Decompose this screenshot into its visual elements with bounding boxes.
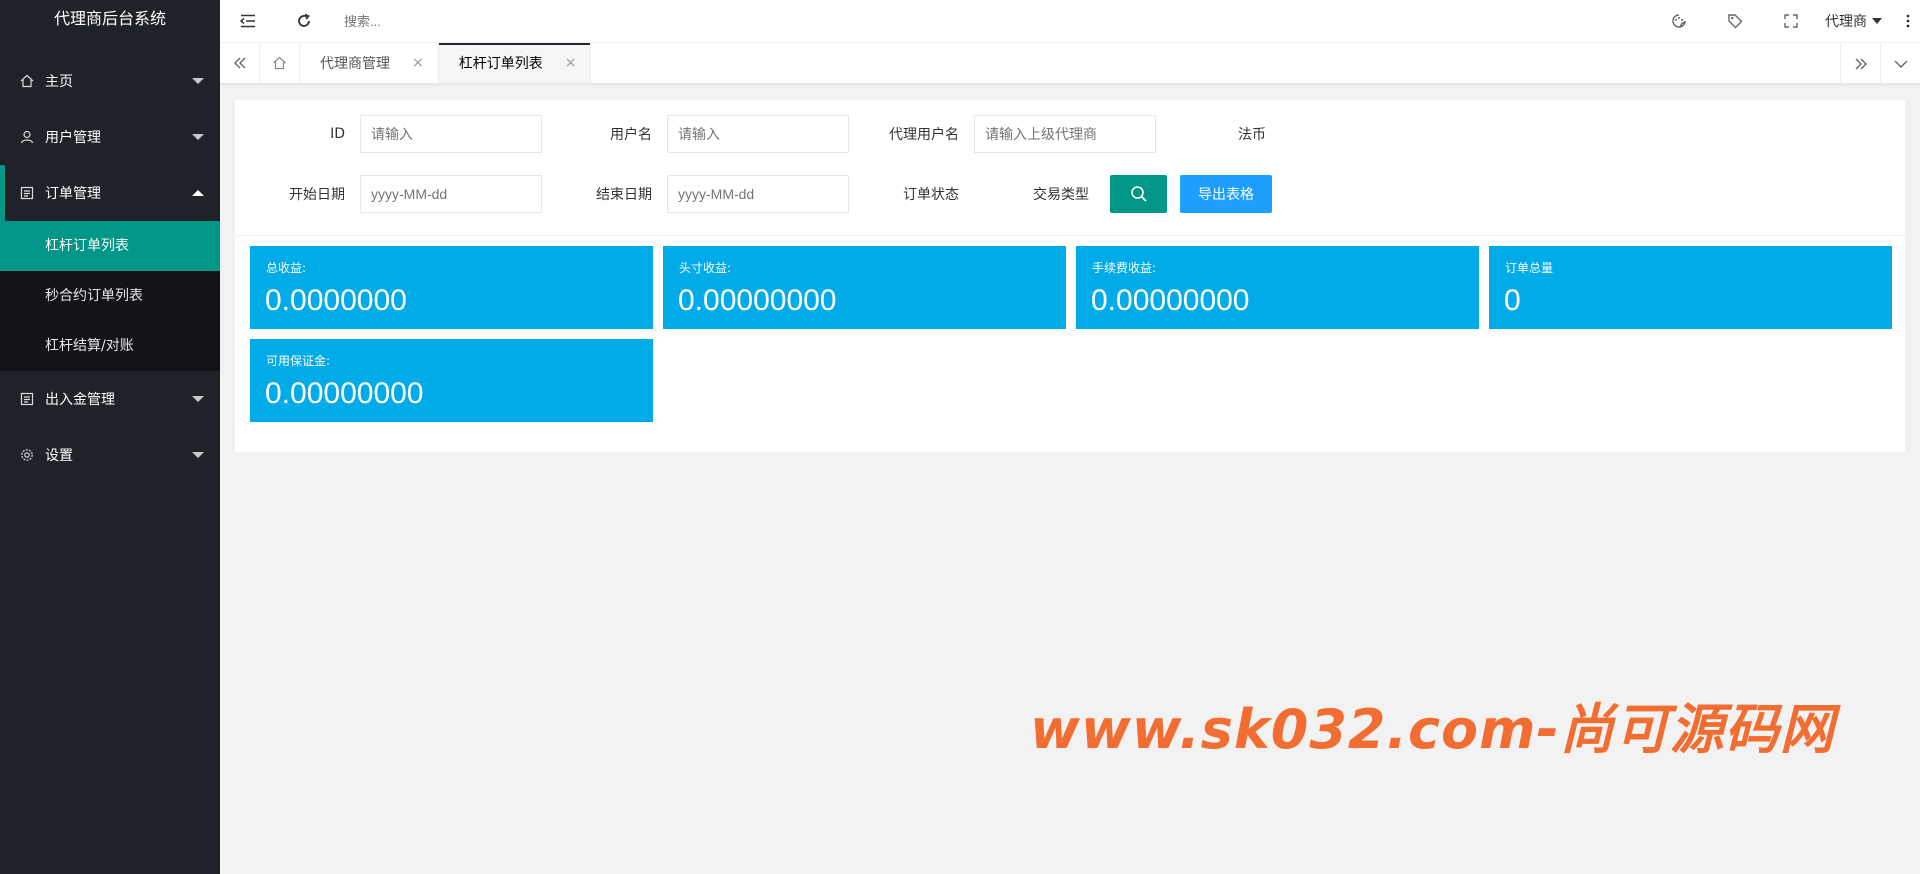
- nav-home[interactable]: 主页: [0, 53, 220, 109]
- user-icon: [20, 130, 34, 144]
- stat-value: 0.00000000: [1091, 284, 1250, 317]
- agent-username-label: 代理用户名: [889, 127, 959, 143]
- nav-users-label: 用户管理: [45, 130, 101, 146]
- username-input[interactable]: [667, 115, 849, 153]
- chevron-down-icon: [192, 134, 204, 140]
- tabs-scroll-right-icon[interactable]: [1840, 43, 1880, 84]
- list-icon: [20, 392, 34, 406]
- stat-label: 订单总量: [1505, 261, 1554, 275]
- tab-label: 代理商管理: [320, 56, 390, 72]
- tab-agent-management[interactable]: 代理商管理 ×: [300, 43, 439, 83]
- stat-label: 头寸收益:: [679, 261, 732, 275]
- watermark-text: www.sk032.com-尚可源码网: [1030, 698, 1835, 761]
- orders-submenu: 杠杆订单列表 秒合约订单列表 杠杆结算/对账: [0, 221, 220, 371]
- search-icon: [1130, 186, 1147, 202]
- search-input[interactable]: [344, 6, 564, 36]
- start-date-input[interactable]: [360, 175, 542, 213]
- chevron-down-icon: [192, 78, 204, 84]
- refresh-icon[interactable]: [276, 0, 332, 42]
- chevron-up-icon: [192, 190, 204, 196]
- username-label: 用户名: [610, 127, 652, 143]
- start-date-label: 开始日期: [289, 187, 345, 203]
- agent-username-input[interactable]: [974, 115, 1156, 153]
- brand-title: 代理商后台系统: [53, 9, 166, 28]
- tabs-scroll-left-icon[interactable]: [220, 43, 260, 83]
- nav-settings-label: 设置: [45, 448, 73, 464]
- home-icon: [20, 74, 34, 88]
- end-date-label: 结束日期: [596, 187, 652, 203]
- stat-available-margin: 可用保证金: 0.00000000: [250, 339, 653, 422]
- top-header: 代理商: [220, 0, 1920, 42]
- stat-fee-income: 手续费收益: 0.00000000: [1076, 246, 1479, 329]
- nav-users[interactable]: 用户管理: [0, 109, 220, 165]
- stat-value: 0.00000000: [265, 377, 424, 410]
- export-table-button[interactable]: 导出表格: [1180, 175, 1272, 213]
- order-status-label: 订单状态: [903, 187, 959, 203]
- subnav-second-contract-orders[interactable]: 秒合约订单列表: [0, 271, 220, 321]
- subnav-leverage-settlement[interactable]: 杠杆结算/对账: [0, 321, 220, 371]
- close-icon[interactable]: ×: [565, 55, 577, 71]
- trade-type-label: 交易类型: [1033, 187, 1089, 203]
- gear-icon: [20, 448, 34, 462]
- stat-value: 0.0000000: [265, 284, 407, 317]
- id-input[interactable]: [360, 115, 542, 153]
- tab-home[interactable]: [260, 43, 300, 83]
- nav-home-label: 主页: [45, 74, 73, 90]
- header-right: 代理商: [1651, 0, 1920, 42]
- menu-collapse-icon[interactable]: [220, 0, 276, 42]
- stat-label: 总收益:: [266, 261, 307, 275]
- tab-label: 杠杆订单列表: [458, 56, 543, 72]
- stat-label: 可用保证金:: [266, 354, 331, 368]
- tab-leverage-orders[interactable]: 杠杆订单列表 ×: [438, 43, 592, 83]
- stat-label: 手续费收益:: [1092, 261, 1157, 275]
- list-icon: [20, 186, 34, 200]
- stat-position-income: 头寸收益: 0.00000000: [663, 246, 1066, 329]
- stat-total-income: 总收益: 0.0000000: [250, 246, 653, 329]
- close-icon[interactable]: ×: [412, 55, 424, 71]
- currency-label: 法币: [1238, 127, 1266, 143]
- tab-bar-right: [1840, 43, 1920, 84]
- more-vertical-icon[interactable]: [1896, 0, 1920, 42]
- chevron-down-icon: [1872, 18, 1882, 24]
- tabs-dropdown-icon[interactable]: [1880, 43, 1920, 84]
- nav-funds[interactable]: 出入金管理: [0, 371, 220, 427]
- nav-orders[interactable]: 订单管理: [0, 165, 220, 221]
- chevron-down-icon: [192, 396, 204, 402]
- subnav-leverage-orders[interactable]: 杠杆订单列表: [0, 221, 220, 271]
- stat-value: 0.00000000: [678, 284, 837, 317]
- end-date-input[interactable]: [667, 175, 849, 213]
- tag-icon[interactable]: [1707, 0, 1763, 42]
- sidebar: 代理商后台系统 主页 用户管理 订单管理 杠杆订单列表 秒合约订单列表 杠杆结算…: [0, 0, 220, 874]
- nav-settings[interactable]: 设置: [0, 427, 220, 483]
- nav-funds-label: 出入金管理: [45, 392, 115, 408]
- chevron-down-icon: [192, 452, 204, 458]
- nav-orders-label: 订单管理: [45, 186, 101, 202]
- order-filter-card: ID 用户名 代理用户名 法币 开始日期 结束日期 订单状态 交易类型 导出表格…: [235, 100, 1905, 452]
- stat-order-total: 订单总量 0: [1489, 246, 1892, 329]
- fullscreen-icon[interactable]: [1763, 0, 1819, 42]
- user-menu[interactable]: 代理商: [1819, 11, 1896, 31]
- divider: [235, 235, 1905, 236]
- id-label: ID: [330, 126, 345, 142]
- stat-value: 0: [1504, 284, 1521, 317]
- search-button[interactable]: [1110, 175, 1167, 213]
- tab-bar: 代理商管理 × 杠杆订单列表 ×: [220, 42, 1920, 84]
- theme-icon[interactable]: [1651, 0, 1707, 42]
- user-name: 代理商: [1825, 14, 1867, 30]
